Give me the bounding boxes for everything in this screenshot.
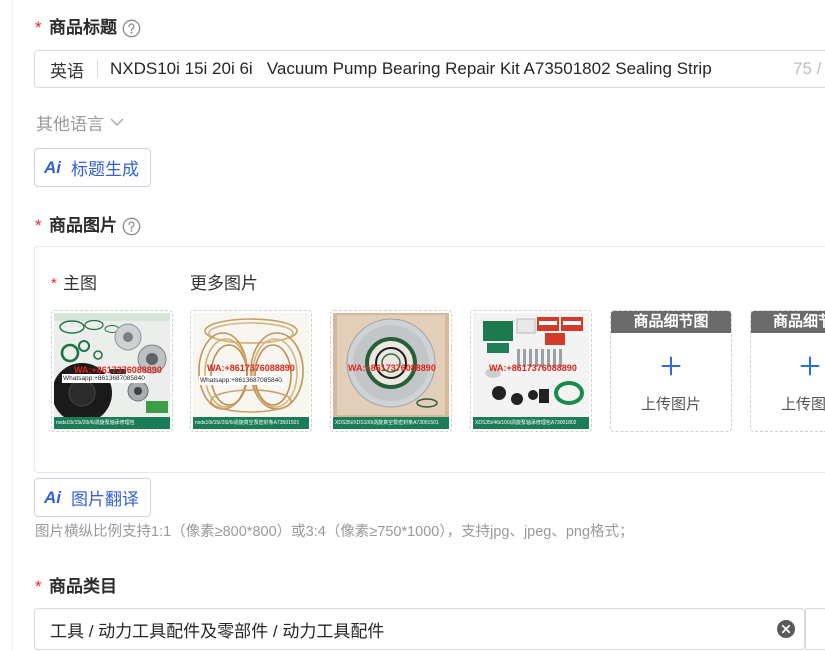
required-mark: *: [35, 577, 42, 596]
image-watermark: WA:+8617376088890: [489, 363, 577, 373]
image-contact-text: Whatsapp:+8613687085840.: [199, 376, 285, 385]
category-field-label: * 商品类目: [35, 576, 117, 598]
product-image-main[interactable]: WA:+8617376088890 Whatsapp:+861368708584…: [51, 310, 173, 432]
title-label-text: 商品标题: [49, 18, 117, 37]
left-divider: [12, 0, 13, 651]
category-value: 工具 / 动力工具配件及零部件 / 动力工具配件: [50, 621, 385, 641]
upload-image-label: 上传图片: [781, 396, 825, 413]
ai-icon: Ai: [44, 157, 61, 177]
main-image-label: * 主图: [51, 273, 97, 295]
upload-detail-image-slot[interactable]: 商品细节图 上传图片: [610, 310, 732, 432]
ai-translate-image-button[interactable]: Ai 图片翻译: [34, 478, 151, 517]
required-mark: *: [35, 216, 42, 235]
plus-icon: [800, 356, 820, 376]
upload-slot-header: 商品细节图: [751, 311, 825, 333]
other-languages-toggle[interactable]: 其他语言: [36, 111, 124, 134]
category-label-text: 商品类目: [49, 577, 117, 596]
image-caption-band: XDS35i/XDS100i涡旋真空泵密封条A73001501: [333, 417, 449, 429]
title-value[interactable]: NXDS10i 15i 20i 6i Vacuum Pump Bearing R…: [110, 59, 712, 79]
image-watermark: WA:+8617376088890: [207, 363, 295, 373]
product-image-2[interactable]: WA:+8617376088890 Whatsapp:+861368708584…: [190, 310, 312, 432]
main-image-label-text: 主图: [63, 274, 97, 293]
chevron-down-icon: [110, 118, 124, 126]
char-counter: 75 /: [793, 59, 822, 78]
product-image-4[interactable]: WA:+8617376088890 XDS35i/46i/100i涡旋泵轴承修理…: [470, 310, 592, 432]
images-field-label: * 商品图片: [35, 215, 141, 237]
required-mark: *: [51, 275, 57, 292]
close-circle-icon[interactable]: [777, 620, 795, 638]
question-circle-icon[interactable]: [122, 19, 141, 38]
question-circle-icon[interactable]: [122, 217, 141, 236]
required-mark: *: [35, 18, 42, 37]
upload-slot-header: 商品细节图: [611, 311, 731, 333]
image-caption-band: nxds10i/15i/20i/6i涡旋真空泵密封条A73501501: [193, 417, 309, 429]
upload-detail-image-slot[interactable]: 商品细节图 上传图片: [750, 310, 825, 432]
image-requirements-hint: 图片横纵比例支持1:1（像素≥800*800）或3:4（像素≥750*1000）…: [35, 524, 634, 540]
image-contact-text: Whatsapp:+8613687085840: [62, 374, 146, 383]
images-label-text: 商品图片: [49, 216, 117, 235]
image-watermark: WA:+8617376088890: [348, 363, 436, 373]
title-field-label: * 商品标题: [35, 17, 141, 39]
plus-icon: [661, 356, 681, 376]
image-caption-band: XDS35i/46i/100i涡旋泵轴承修理包A73001802: [473, 417, 589, 429]
upload-image-label: 上传图片: [640, 396, 701, 413]
category-select[interactable]: 工具 / 动力工具配件及零部件 / 动力工具配件: [34, 608, 805, 650]
product-image-3[interactable]: WA:+8617376088890 XDS35i/XDS100i涡旋真空泵密封条…: [330, 310, 452, 432]
product-form: * 商品标题 英语 NXDS10i 15i 20i 6i Vacuum Pump…: [0, 0, 825, 651]
ai-icon: Ai: [44, 487, 61, 507]
ai-generate-title-label: 标题生成: [71, 160, 139, 179]
image-caption-band: nxds10i/15i/20i/6i涡旋泵轴承修理包: [54, 417, 170, 429]
ai-translate-image-label: 图片翻译: [71, 490, 139, 509]
title-input[interactable]: 英语 NXDS10i 15i 20i 6i Vacuum Pump Bearin…: [34, 50, 825, 88]
ai-generate-title-button[interactable]: Ai 标题生成: [34, 148, 151, 187]
language-tag[interactable]: 英语: [50, 57, 84, 82]
language-divider: [97, 60, 98, 78]
more-images-label: 更多图片: [190, 274, 258, 293]
other-languages-label: 其他语言: [36, 114, 104, 134]
image-panel: * 主图 更多图片 WA:+8617376088890 Whatsapp:+86…: [34, 246, 825, 473]
category-side-control[interactable]: [805, 608, 825, 650]
